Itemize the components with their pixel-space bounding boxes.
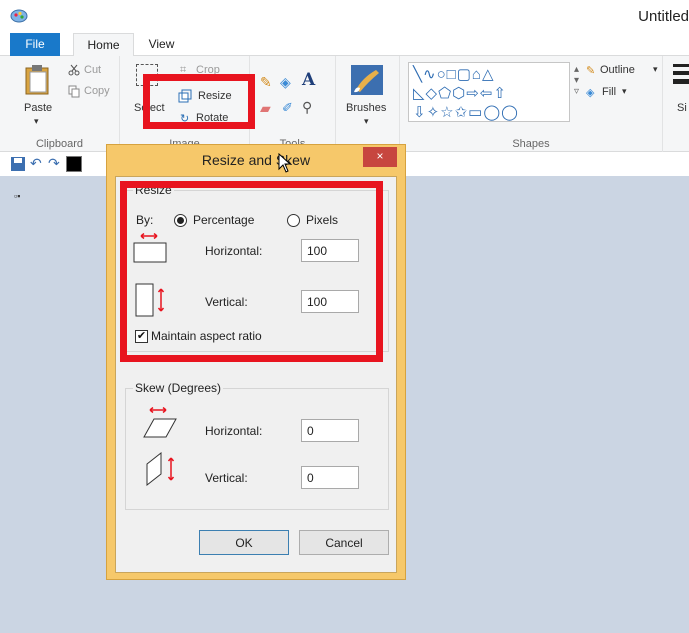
shapes-scroll-icon[interactable]: ▴ ▾ ▿ <box>574 64 579 97</box>
crop-icon[interactable]: ⌗ <box>180 64 186 77</box>
paste-dropdown-icon[interactable]: ▾ <box>34 116 39 127</box>
window-title: Untitled <box>638 8 689 25</box>
title-bar: Untitled <box>0 0 689 33</box>
resize-section: Resize By: Percentage Pixels Horizontal:… <box>125 183 389 352</box>
dialog-close-button[interactable]: × <box>363 147 397 167</box>
outline-dropdown-icon[interactable]: ▾ <box>653 64 658 75</box>
paint-app-icon[interactable] <box>10 7 28 23</box>
resize-vertical-label: Vertical: <box>205 295 248 309</box>
cancel-button[interactable]: Cancel <box>299 530 389 555</box>
resize-vertical-input[interactable] <box>301 290 359 313</box>
skew-legend: Skew (Degrees) <box>133 381 224 395</box>
magnifier-icon[interactable]: ⚲ <box>302 99 312 116</box>
pixels-radio[interactable] <box>287 214 300 227</box>
skew-vertical-input[interactable] <box>301 466 359 489</box>
by-label: By: <box>136 213 154 227</box>
pixels-label[interactable]: Pixels <box>306 213 338 227</box>
tab-home[interactable]: Home <box>73 33 134 57</box>
resize-horizontal-input[interactable] <box>301 239 359 262</box>
size-button[interactable]: Si <box>677 102 687 114</box>
undo-icon[interactable]: ↶ <box>30 156 46 172</box>
resize-legend: Resize <box>133 183 174 197</box>
tab-view[interactable]: View <box>134 33 189 56</box>
skew-horizontal-label: Horizontal: <box>205 424 263 438</box>
shapes-group: ╲∿○□▢⌂△ ◺◇⬠⬡⇨⇦⇧ ⇩✧☆✩▭◯◯ ▴ ▾ ▿ ✎ Outline ▾ … <box>400 56 663 152</box>
canvas-resize-handle-icon[interactable]: ▫▪ <box>14 191 20 201</box>
resize-skew-dialog: Resize and Skew × Resize By: Percentage … <box>106 144 406 580</box>
cursor-icon <box>278 153 292 173</box>
maintain-aspect-ratio-checkbox[interactable]: ✔ <box>135 330 148 343</box>
fill-icon[interactable]: ◈ <box>280 74 291 91</box>
eraser-icon[interactable]: ▰ <box>260 100 271 117</box>
fill-button[interactable]: Fill <box>602 86 616 98</box>
text-icon[interactable]: A <box>302 70 315 90</box>
horizontal-resize-icon <box>133 233 167 263</box>
clipboard-group: Paste ▾ Cut Copy Clipboard <box>0 56 120 152</box>
fill-dropdown-icon[interactable]: ▾ <box>622 86 627 97</box>
tab-file[interactable]: File <box>10 33 60 56</box>
pencil-icon[interactable]: ✎ <box>260 74 272 91</box>
image-group: Select ⌗ Crop Resize ↻ Rotate Image <box>120 56 250 152</box>
cut-icon[interactable] <box>68 64 80 76</box>
resize-button[interactable]: Resize <box>198 90 232 102</box>
ribbon: Paste ▾ Cut Copy Clipboard Select ⌗ Crop… <box>0 56 689 152</box>
shapes-gallery-icon[interactable]: ╲∿○□▢⌂△ ◺◇⬠⬡⇨⇦⇧ ⇩✧☆✩▭◯◯ <box>408 62 570 122</box>
save-icon[interactable] <box>10 156 26 172</box>
resize-icon[interactable] <box>178 89 192 103</box>
outline-button[interactable]: Outline <box>600 64 635 76</box>
crop-button[interactable]: Crop <box>196 64 220 76</box>
skew-section: Skew (Degrees) Horizontal: Vertical: <box>125 381 389 510</box>
vertical-resize-icon <box>135 283 165 317</box>
vertical-skew-icon <box>146 452 175 486</box>
maintain-aspect-ratio-label[interactable]: Maintain aspect ratio <box>151 329 262 343</box>
ok-button[interactable]: OK <box>199 530 289 555</box>
cut-button[interactable]: Cut <box>84 64 101 76</box>
color-swatch[interactable] <box>66 156 82 172</box>
rotate-icon[interactable]: ↻ <box>180 112 189 125</box>
brushes-dropdown-icon[interactable]: ▾ <box>364 116 369 127</box>
select-icon[interactable] <box>136 64 158 86</box>
size-icon[interactable] <box>673 64 689 67</box>
brushes-group: Brushes ▾ <box>336 56 400 152</box>
resize-horizontal-label: Horizontal: <box>205 244 263 258</box>
color-picker-icon[interactable]: ✐ <box>282 100 293 116</box>
paste-icon[interactable] <box>24 64 52 96</box>
brushes-button[interactable]: Brushes <box>346 102 386 114</box>
copy-icon[interactable] <box>68 85 80 98</box>
outline-icon[interactable]: ✎ <box>586 64 595 77</box>
select-button[interactable]: Select <box>134 102 165 114</box>
redo-icon[interactable]: ↷ <box>48 156 64 172</box>
copy-button[interactable]: Copy <box>84 85 110 97</box>
tools-group: ✎ ◈ A ▰ ✐ ⚲ Tools <box>250 56 336 152</box>
size-group: Si <box>663 56 689 152</box>
paste-button[interactable]: Paste <box>24 102 52 114</box>
dialog-body: Resize By: Percentage Pixels Horizontal:… <box>115 176 397 573</box>
skew-horizontal-input[interactable] <box>301 419 359 442</box>
shapes-group-label: Shapes <box>512 138 550 150</box>
fill-shape-icon[interactable]: ◈ <box>586 86 594 99</box>
dialog-title-bar[interactable]: Resize and Skew × <box>107 145 405 176</box>
horizontal-skew-icon <box>143 407 177 438</box>
brushes-icon[interactable] <box>350 64 384 96</box>
dialog-title: Resize and Skew <box>201 152 311 168</box>
clipboard-group-label: Clipboard <box>35 138 84 150</box>
rotate-button[interactable]: Rotate <box>196 112 228 124</box>
ribbon-tabs: File Home View <box>0 33 689 57</box>
percentage-label[interactable]: Percentage <box>193 213 254 227</box>
skew-vertical-label: Vertical: <box>205 471 248 485</box>
percentage-radio[interactable] <box>174 214 187 227</box>
